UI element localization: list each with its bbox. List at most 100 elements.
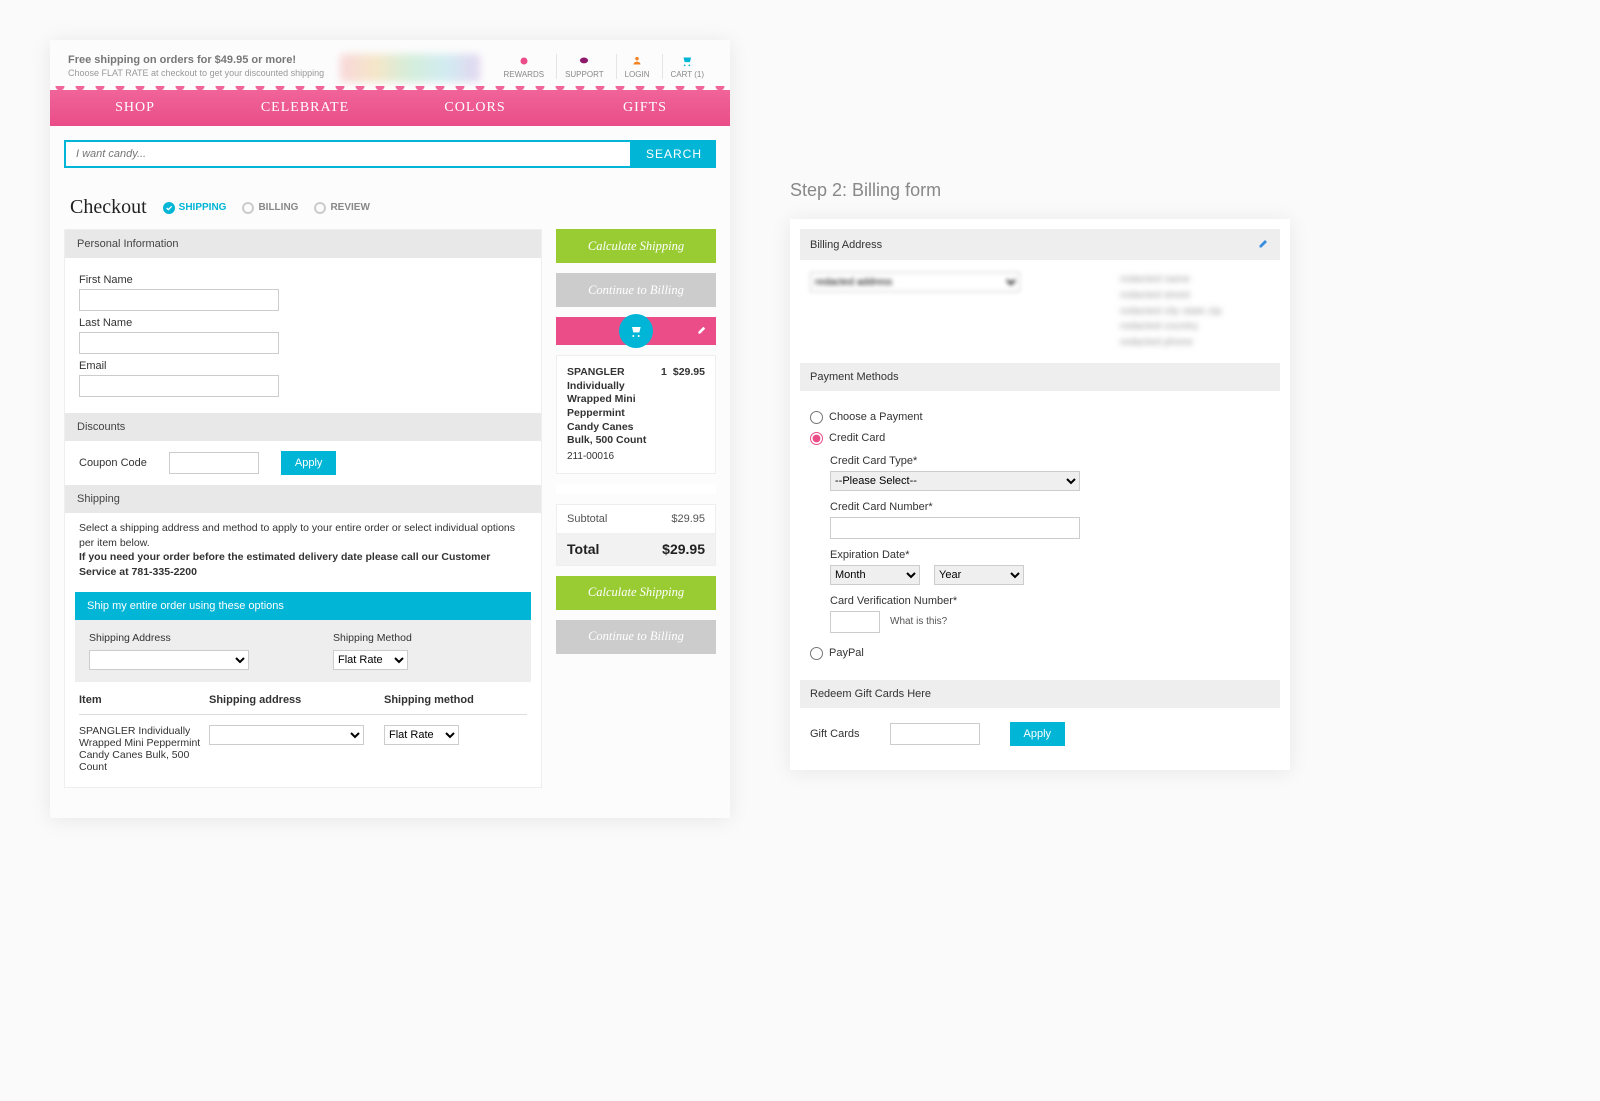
calculate-shipping-button[interactable]: Calculate Shipping <box>556 229 716 263</box>
cc-type-select[interactable]: --Please Select-- <box>830 471 1080 491</box>
exp-label: Expiration Date* <box>830 549 1270 561</box>
circle-icon <box>314 202 326 214</box>
rewards-icon <box>517 54 531 68</box>
shipping-banner: Ship my entire order using these options <box>75 592 531 620</box>
first-name-field[interactable] <box>79 289 279 311</box>
continue-billing-button-2[interactable]: Continue to Billing <box>556 620 716 654</box>
paypal-radio[interactable]: PayPal <box>810 647 1270 660</box>
nav-celebrate[interactable]: CELEBRATE <box>220 100 390 116</box>
billing-address-select[interactable]: redacted address <box>810 272 1020 292</box>
site-logo <box>340 54 480 82</box>
cvv-field[interactable] <box>830 611 880 633</box>
login-link[interactable]: LOGIN <box>616 54 658 79</box>
gift-card-field[interactable] <box>890 723 980 745</box>
billing-address-header: Billing Address <box>800 229 1280 260</box>
calculate-shipping-button-2[interactable]: Calculate Shipping <box>556 576 716 610</box>
item-address-select[interactable] <box>209 725 364 745</box>
shipping-method-label: Shipping Method <box>333 632 517 644</box>
check-icon <box>163 202 175 214</box>
support-link[interactable]: SUPPORT <box>556 54 612 79</box>
cart-line-items: SPANGLER Individually Wrapped Mini Peppe… <box>556 355 716 474</box>
subtotal-value: $29.95 <box>671 513 705 525</box>
nav-gifts[interactable]: GIFTS <box>560 100 730 116</box>
gift-cards-label: Gift Cards <box>810 728 860 740</box>
edit-icon[interactable] <box>1258 237 1270 252</box>
line-item-qty: 1 <box>661 366 667 463</box>
last-name-field[interactable] <box>79 332 279 354</box>
checkout-steps-header: Checkout SHIPPING BILLING REVIEW <box>50 182 730 229</box>
search-input[interactable] <box>64 140 632 168</box>
page-header: Free shipping on orders for $49.95 or mo… <box>50 40 730 90</box>
item-method-select[interactable]: Flat Rate <box>384 725 459 745</box>
total-value: $29.95 <box>662 541 705 557</box>
continue-billing-button[interactable]: Continue to Billing <box>556 273 716 307</box>
shipping-address-label: Shipping Address <box>89 632 273 644</box>
page-title: Checkout <box>70 196 147 219</box>
cc-type-label: Credit Card Type* <box>830 455 1270 467</box>
col-header-address: Shipping address <box>209 694 384 706</box>
step2-heading: Step 2: Billing form <box>790 180 1290 201</box>
receipt-edge-decoration <box>556 484 716 494</box>
nav-shop[interactable]: SHOP <box>50 100 220 116</box>
gift-cards-header: Redeem Gift Cards Here <box>800 680 1280 708</box>
shipping-options: Shipping Address Shipping Method Flat Ra… <box>75 620 531 682</box>
edit-cart-icon[interactable] <box>697 324 708 338</box>
step-shipping[interactable]: SHIPPING <box>163 202 227 214</box>
main-nav: SHOP CELEBRATE COLORS GIFTS <box>50 90 730 126</box>
line-item-price: $29.95 <box>673 366 705 463</box>
subtotal-label: Subtotal <box>567 513 607 525</box>
circle-icon <box>242 202 254 214</box>
cart-header-bar <box>556 317 716 345</box>
exp-year-select[interactable]: Year <box>934 565 1024 585</box>
cart-link[interactable]: CART (1) <box>662 54 713 79</box>
col-header-item: Item <box>79 694 209 706</box>
coupon-label: Coupon Code <box>79 457 147 469</box>
step-review[interactable]: REVIEW <box>314 202 369 214</box>
total-label: Total <box>567 541 599 557</box>
rewards-link[interactable]: REWARDS <box>495 54 552 79</box>
shipping-header: Shipping <box>65 485 541 513</box>
line-item-name: SPANGLER Individually Wrapped Mini Peppe… <box>567 366 655 463</box>
email-label: Email <box>79 360 527 372</box>
billing-form-card: Billing Address redacted address redacte… <box>790 219 1290 770</box>
shipping-instructions: Select a shipping address and method to … <box>65 513 541 592</box>
order-summary: Calculate Shipping Continue to Billing S… <box>556 229 716 654</box>
cvv-label: Card Verification Number* <box>830 595 1270 607</box>
cc-number-label: Credit Card Number* <box>830 501 1270 513</box>
header-utility-links: REWARDS SUPPORT LOGIN CART (1) <box>495 54 712 79</box>
first-name-label: First Name <box>79 274 527 286</box>
checkout-form: Personal Information First Name Last Nam… <box>64 229 542 788</box>
login-icon <box>630 54 644 68</box>
credit-card-form: Credit Card Type* --Please Select-- Cred… <box>810 455 1270 633</box>
checkout-page: Free shipping on orders for $49.95 or mo… <box>50 40 730 818</box>
cart-icon <box>680 54 694 68</box>
nav-colors[interactable]: COLORS <box>390 100 560 116</box>
item-name: SPANGLER Individually Wrapped Mini Peppe… <box>79 725 209 773</box>
shipping-address-select[interactable] <box>89 650 249 670</box>
last-name-label: Last Name <box>79 317 527 329</box>
choose-payment-radio[interactable]: Choose a Payment <box>810 411 1270 424</box>
apply-coupon-button[interactable]: Apply <box>281 451 337 475</box>
credit-card-radio[interactable]: Credit Card <box>810 432 1270 445</box>
promo-text: Free shipping on orders for $49.95 or mo… <box>68 54 324 66</box>
search-bar: SEARCH <box>50 126 730 182</box>
coupon-field[interactable] <box>169 452 259 474</box>
payment-methods-header: Payment Methods <box>800 363 1280 391</box>
apply-gift-card-button[interactable]: Apply <box>1010 722 1066 746</box>
cc-number-field[interactable] <box>830 517 1080 539</box>
step-billing[interactable]: BILLING <box>242 202 298 214</box>
support-icon <box>577 54 591 68</box>
billing-address-display: redacted nameredacted streetredacted cit… <box>1120 272 1270 351</box>
personal-info-header: Personal Information <box>65 230 541 258</box>
shipping-method-select[interactable]: Flat Rate <box>333 650 408 670</box>
exp-month-select[interactable]: Month <box>830 565 920 585</box>
item-shipping-table: Item Shipping address Shipping method SP… <box>65 682 541 787</box>
promo-subtext: Choose FLAT RATE at checkout to get your… <box>68 68 324 78</box>
what-is-this-link[interactable]: What is this? <box>890 616 947 627</box>
table-row: SPANGLER Individually Wrapped Mini Peppe… <box>79 715 527 773</box>
totals-box: Subtotal $29.95 Total $29.95 <box>556 504 716 566</box>
col-header-method: Shipping method <box>384 694 527 706</box>
email-field[interactable] <box>79 375 279 397</box>
search-button[interactable]: SEARCH <box>632 140 716 168</box>
discounts-header: Discounts <box>65 413 541 441</box>
